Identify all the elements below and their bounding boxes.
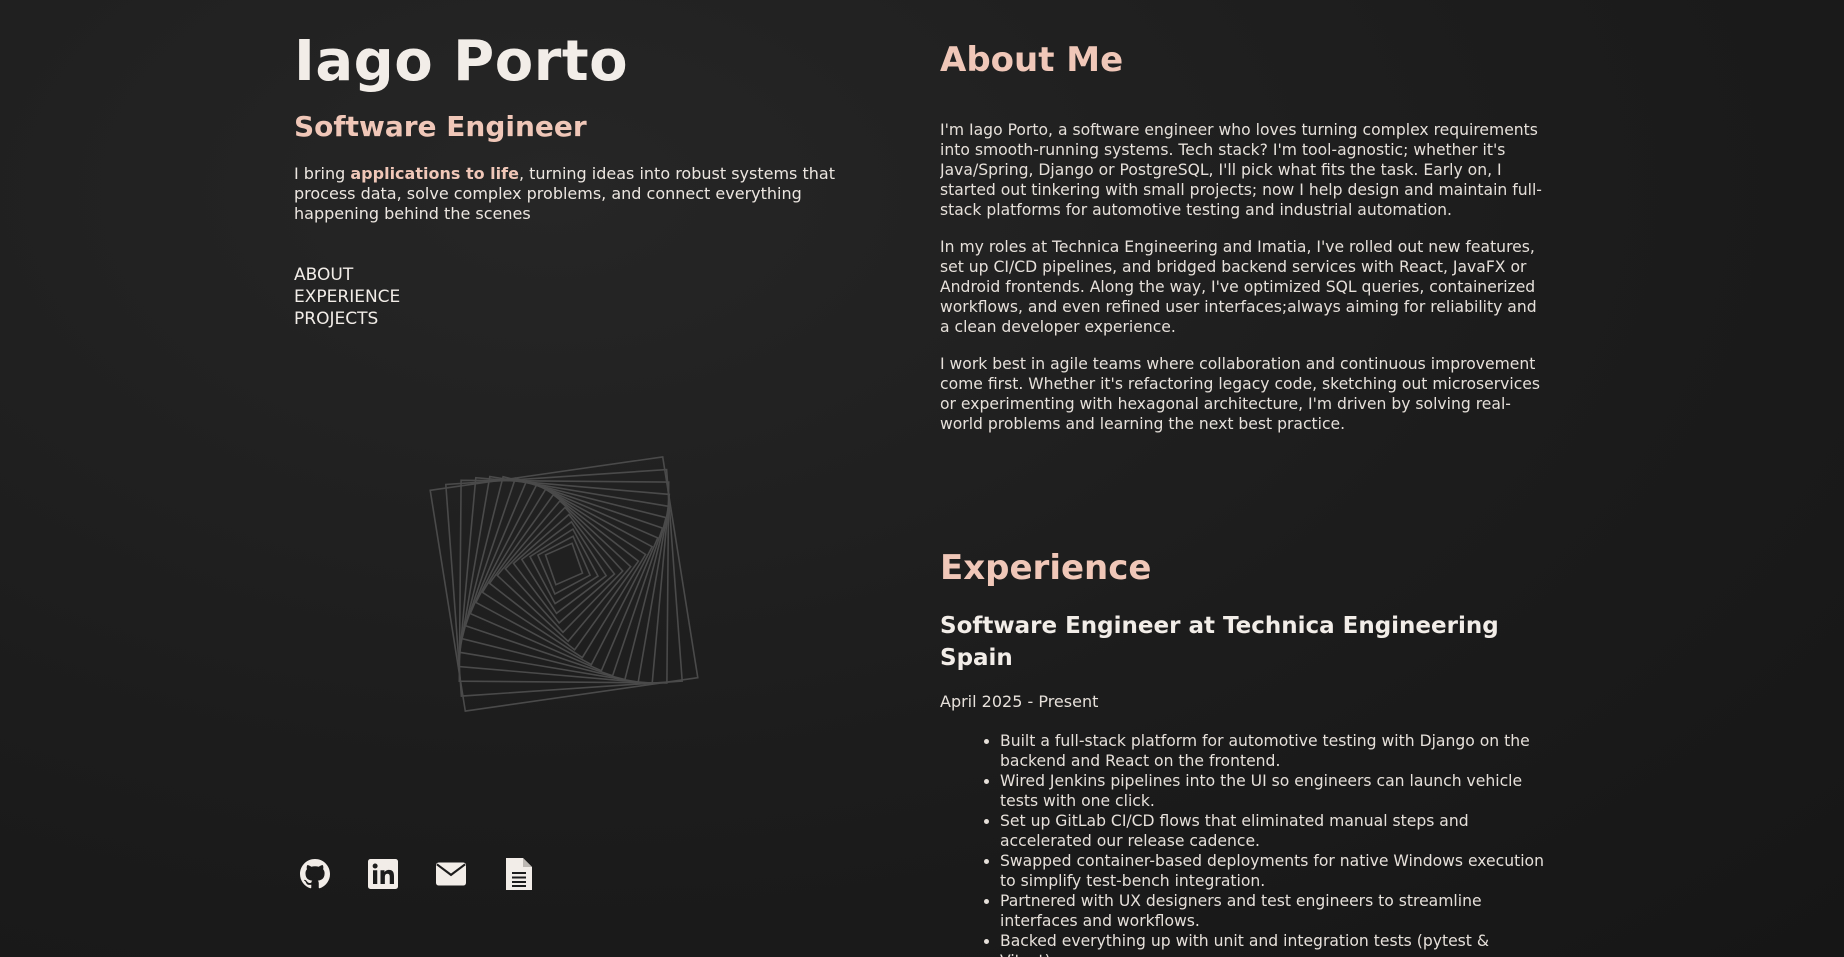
intro-prefix: I bring bbox=[294, 164, 351, 183]
about-body: I'm Iago Porto, a software engineer who … bbox=[940, 120, 1545, 434]
list-item: Backed everything up with unit and integ… bbox=[1000, 931, 1545, 957]
nav-item-about[interactable]: ABOUT bbox=[294, 264, 874, 286]
intro-highlight: applications to life bbox=[350, 164, 519, 183]
decorative-wireframe-shape bbox=[384, 384, 744, 744]
right-column: About Me I'm Iago Porto, a software engi… bbox=[940, 36, 1545, 957]
role-subtitle: Software Engineer bbox=[294, 110, 587, 143]
about-paragraph: In my roles at Technica Engineering and … bbox=[940, 238, 1537, 336]
github-link[interactable] bbox=[300, 857, 330, 891]
job-bullets: Built a full-stack platform for automoti… bbox=[940, 731, 1545, 957]
resume-link[interactable] bbox=[504, 857, 534, 891]
wireframe-square bbox=[544, 542, 584, 586]
mail-link[interactable] bbox=[436, 857, 466, 891]
list-item: Wired Jenkins pipelines into the UI so e… bbox=[1000, 771, 1545, 811]
list-item: Swapped container-based deployments for … bbox=[1000, 851, 1545, 891]
linkedin-icon bbox=[368, 859, 398, 889]
job-date: April 2025 - Present bbox=[940, 692, 1099, 711]
document-icon bbox=[506, 858, 532, 890]
list-item: Set up GitLab CI/CD flows that eliminate… bbox=[1000, 811, 1545, 851]
page-title: Iago Porto bbox=[294, 29, 629, 94]
experience-title: Experience bbox=[940, 548, 1152, 588]
social-links bbox=[300, 857, 534, 891]
list-item: Built a full-stack platform for automoti… bbox=[1000, 731, 1545, 771]
job-title: Software Engineer at Technica Engineerin… bbox=[940, 613, 1499, 671]
list-item: Partnered with UX designers and test eng… bbox=[1000, 891, 1545, 931]
left-column: Iago Porto Software Engineer I bring app… bbox=[294, 22, 874, 957]
intro-text: I bring applications to life, turning id… bbox=[294, 164, 869, 224]
wireframe-svg bbox=[429, 455, 699, 713]
about-paragraph: I work best in agile teams where collabo… bbox=[940, 355, 1541, 433]
portfolio-page: Iago Porto Software Engineer I bring app… bbox=[0, 0, 1844, 957]
mail-icon bbox=[436, 862, 466, 886]
github-icon bbox=[300, 859, 330, 889]
experience-section: Experience Software Engineer at Technica… bbox=[940, 544, 1545, 957]
section-nav: ABOUT EXPERIENCE PROJECTS bbox=[294, 264, 874, 330]
nav-item-experience[interactable]: EXPERIENCE bbox=[294, 286, 874, 308]
linkedin-link[interactable] bbox=[368, 857, 398, 891]
nav-item-projects[interactable]: PROJECTS bbox=[294, 308, 874, 330]
about-paragraph: I'm Iago Porto, a software engineer who … bbox=[940, 121, 1542, 219]
about-title: About Me bbox=[940, 40, 1124, 80]
about-section: About Me I'm Iago Porto, a software engi… bbox=[940, 36, 1545, 434]
